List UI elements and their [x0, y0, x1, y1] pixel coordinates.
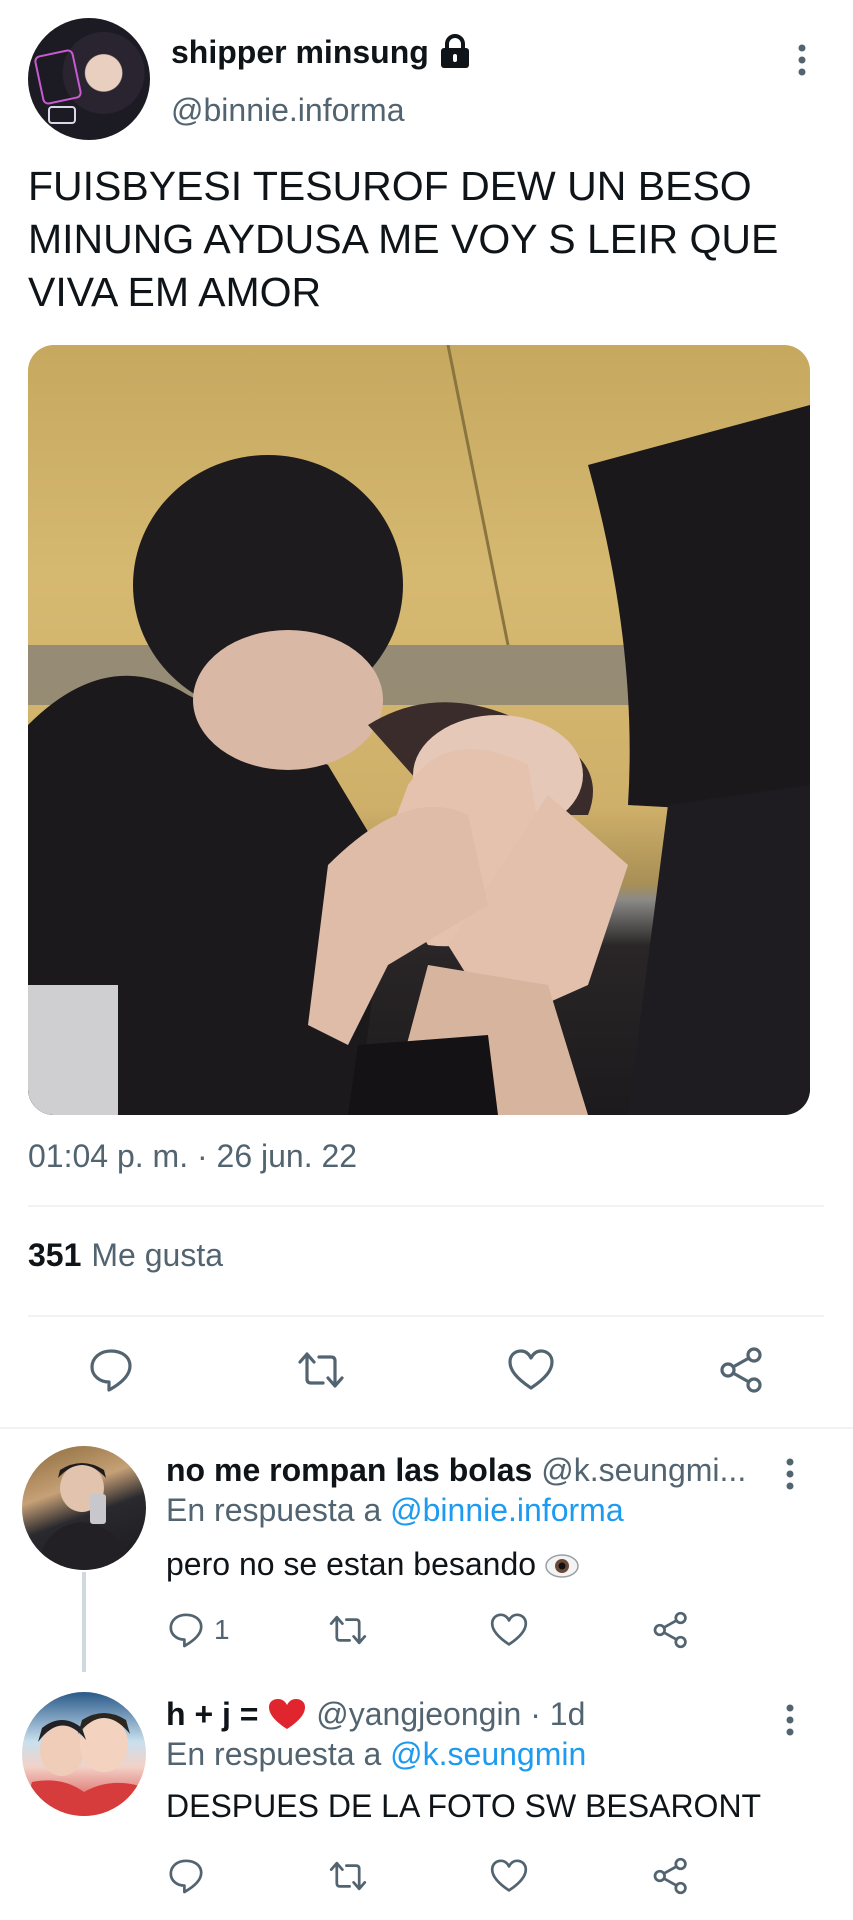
reply-text: pero no se estan besando — [166, 1546, 580, 1583]
reply-icon[interactable] — [166, 1856, 206, 1896]
likes-count: 351 — [28, 1237, 82, 1273]
reply-context: En respuesta a @binnie.informa — [166, 1492, 624, 1529]
reply-tweet[interactable]: no me rompan las bolas @k.seungmi... En … — [0, 1440, 853, 1680]
share-icon[interactable] — [717, 1345, 767, 1395]
tweet-text: FUISBYESI TESUROF DEW UN BESO MINUNG AYD… — [28, 163, 779, 315]
tweet-action-bar — [0, 1345, 853, 1405]
retweet-icon[interactable] — [328, 1856, 368, 1896]
section-separator — [0, 1427, 853, 1429]
more-vertical-icon[interactable] — [778, 1700, 802, 1740]
reply-count: 1 — [214, 1614, 230, 1645]
share-icon[interactable] — [651, 1856, 691, 1896]
reply-tweet[interactable]: h + j = @yangjeongin · 1d En respuesta a… — [0, 1688, 853, 1920]
eye-emoji — [545, 1554, 579, 1578]
reply-icon[interactable] — [166, 1610, 206, 1650]
tweet-timestamp[interactable]: 01:04 p. m. · 26 jun. 22 — [28, 1138, 357, 1175]
reply-action-bar: 1 — [0, 1610, 853, 1654]
username[interactable]: @binnie.informa — [171, 92, 404, 129]
reply-display-name: h + j = — [166, 1696, 259, 1732]
likes-label: Me gusta — [91, 1237, 224, 1273]
reply-icon[interactable] — [86, 1345, 136, 1395]
avatar-decoration — [33, 48, 83, 106]
more-vertical-icon[interactable] — [778, 1454, 802, 1494]
heart-icon[interactable] — [506, 1345, 556, 1395]
reply-prefix: En respuesta a — [166, 1492, 382, 1528]
reply-text: DESPUES DE LA FOTO SW BESARONT — [166, 1788, 762, 1824]
reply-display-name: no me rompan las bolas — [166, 1452, 533, 1488]
reply-action-bar — [0, 1856, 853, 1900]
display-name[interactable]: shipper minsung — [171, 34, 429, 71]
likes-stat[interactable]: 351 Me gusta — [28, 1237, 223, 1274]
reply-mention-link[interactable]: @k.seungmin — [390, 1736, 586, 1772]
retweet-icon[interactable] — [328, 1610, 368, 1650]
reply-context: En respuesta a @k.seungmin — [166, 1736, 586, 1773]
share-icon[interactable] — [651, 1610, 691, 1650]
reply-body: pero no se estan besando — [166, 1546, 537, 1582]
avatar[interactable] — [22, 1446, 146, 1570]
avatar-decoration — [48, 106, 76, 124]
lock-icon — [441, 34, 469, 68]
tweet-header: shipper minsung @binnie.informa — [28, 18, 828, 142]
heart-icon[interactable] — [489, 1610, 529, 1650]
red-heart-emoji — [269, 1699, 306, 1729]
heart-icon[interactable] — [489, 1856, 529, 1896]
reply-handle: @k.seungmi... — [541, 1452, 747, 1488]
divider — [28, 1315, 824, 1317]
retweet-icon[interactable] — [296, 1345, 346, 1395]
avatar[interactable] — [28, 18, 150, 140]
photo-illustration — [28, 345, 810, 1115]
reply-prefix: En respuesta a — [166, 1736, 382, 1772]
avatar-illustration — [22, 1713, 146, 1816]
reply-handle: @yangjeongin · 1d — [316, 1696, 586, 1732]
reply-header[interactable]: no me rompan las bolas @k.seungmi... — [166, 1452, 746, 1489]
avatar-illustration — [38, 1463, 132, 1570]
tweet-photo[interactable] — [28, 345, 810, 1115]
more-vertical-icon[interactable] — [790, 40, 814, 80]
reply-header[interactable]: h + j = @yangjeongin · 1d — [166, 1696, 585, 1733]
avatar[interactable] — [22, 1692, 146, 1816]
reply-mention-link[interactable]: @binnie.informa — [390, 1492, 623, 1528]
divider — [28, 1205, 824, 1207]
